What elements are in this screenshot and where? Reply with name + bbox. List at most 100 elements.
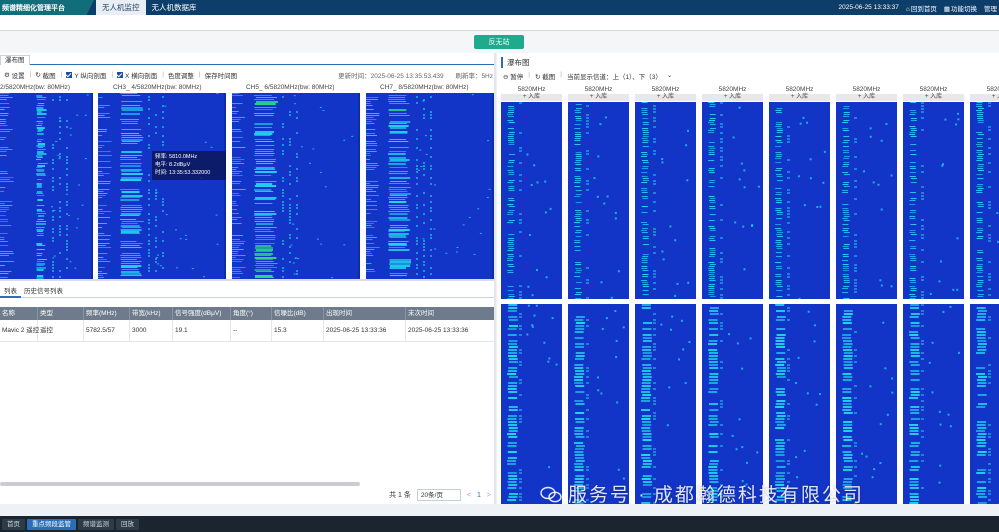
waterfall-label: CH5_ 6/5820MHz(bw: 80MHz) xyxy=(246,84,335,91)
channel-waterfall-upper[interactable] xyxy=(836,102,897,299)
col-name: 名称 xyxy=(0,307,38,320)
bottom-tab-key-band[interactable]: 重点频段监管 xyxy=(27,518,76,530)
channel-column-header: 5820MHz+ 入库 xyxy=(501,86,562,101)
store-button[interactable]: + 入库 xyxy=(501,94,562,101)
channel-waterfall-upper[interactable] xyxy=(568,102,629,299)
store-button[interactable]: + 入库 xyxy=(702,94,763,101)
bottom-tab-spectrum[interactable]: 频谱监测 xyxy=(78,518,114,530)
waterfall-ch3[interactable] xyxy=(98,93,226,279)
refresh-icon: ↻ xyxy=(534,74,541,81)
channel-waterfall-lower[interactable] xyxy=(769,304,830,504)
grid-icon: ▦ xyxy=(943,5,950,13)
channel-waterfall-upper[interactable] xyxy=(702,102,763,299)
tab-drone-database[interactable]: 无人机数据库 xyxy=(146,0,203,15)
channel-frequency: 5820MHz xyxy=(651,86,680,93)
wechat-icon xyxy=(540,486,562,503)
pause-icon: ⊖ xyxy=(503,74,509,81)
channel-frequency: 5820MHz xyxy=(986,86,999,93)
store-button[interactable]: + 入库 xyxy=(635,94,696,101)
pagination: 共 1 条 20条/页 < 1 > xyxy=(389,488,491,502)
gear-icon: ⚙ xyxy=(4,71,10,79)
datetime: 2025-06-25 13:33:37 xyxy=(838,4,899,11)
channel-waterfall-lower[interactable] xyxy=(568,304,629,504)
counter-drone-button[interactable]: 反无站 xyxy=(474,35,524,49)
store-button[interactable]: + 入库 xyxy=(903,94,964,101)
settings-button[interactable]: ⚙ 设置 xyxy=(4,70,25,80)
pause-button[interactable]: ⊖ 暂停 xyxy=(503,71,523,81)
table-row[interactable]: Mavic 2 遥控 遥控 5782.5/57 3000 19.1 -- 15.… xyxy=(0,320,496,342)
horizontal-scrollbar[interactable] xyxy=(0,279,496,281)
store-button[interactable]: + 入库 xyxy=(769,94,830,101)
bottom-tab-home[interactable]: 首页 xyxy=(2,518,25,530)
waterfall-toolbar: ⚙ 设置 | ↻ 截图 | Y 纵向剖面 | X 横向剖面 | 色度调整 | 保… xyxy=(4,70,493,80)
channel-waterfall-lower[interactable] xyxy=(970,304,999,504)
checkbox-icon xyxy=(117,71,124,78)
channel-waterfall-lower[interactable] xyxy=(903,304,964,504)
current-page[interactable]: 1 xyxy=(477,492,481,499)
screenshot-button[interactable]: ↻ 截图 xyxy=(535,71,555,81)
tab-history-signals[interactable]: 历史信号列表 xyxy=(20,286,67,298)
waterfall-ch5[interactable] xyxy=(232,93,360,279)
channel-frequency: 5820MHz xyxy=(852,86,881,93)
watermark: 服务号 · 成都瀚德科技有限公司 xyxy=(540,480,864,507)
screenshot-button[interactable]: ↻ 截图 xyxy=(35,70,55,80)
store-button[interactable]: + 入库 xyxy=(568,94,629,101)
waterfall-ch7[interactable] xyxy=(366,93,494,279)
store-button[interactable]: + 入库 xyxy=(836,94,897,101)
channel-waterfall-lower[interactable] xyxy=(702,304,763,504)
prev-page-button[interactable]: < xyxy=(467,492,471,499)
right-panel: 瀑布图 ⊖ 暂停 | ↻ 截图 | 当前显示信道：上（1）、下（3） ⌄ 582… xyxy=(497,53,999,504)
color-adjust-button[interactable]: 色度调整 xyxy=(168,70,194,80)
channel-waterfall-lower[interactable] xyxy=(501,304,562,504)
channel-waterfall-lower[interactable] xyxy=(836,304,897,504)
chevron-down-icon[interactable]: ⌄ xyxy=(667,71,672,81)
home-icon: ⌂ xyxy=(905,5,910,13)
channel-waterfall-lower[interactable] xyxy=(635,304,696,504)
store-button[interactable]: + 入库 xyxy=(970,94,999,101)
x-profile-toggle[interactable]: X 横向剖面 xyxy=(117,70,157,80)
waterfall-label: 2/5820MHz(bw: 80MHz) xyxy=(0,84,71,91)
channel-column-header: 5820MHz+ 入库 xyxy=(568,86,629,101)
bottom-tab-playback[interactable]: 回放 xyxy=(116,518,139,530)
channel-waterfall-upper[interactable] xyxy=(903,102,964,299)
cursor-tooltip: 频率: 5810.0MHz 电平: 8.2dBμV 时间: 13:35:53.3… xyxy=(152,151,226,180)
channel-column-header: 5820MHz+ 入库 xyxy=(903,86,964,101)
waterfall-label: CH3_ 4/5820MHz(bw: 80MHz) xyxy=(113,84,202,91)
app-title: 频谱精细化管理平台 xyxy=(0,0,94,15)
waterfall-label: CH7_ 8/5820MHz(bw: 80MHz) xyxy=(380,84,469,91)
y-profile-toggle[interactable]: Y 纵向剖面 xyxy=(66,70,106,80)
checkbox-icon xyxy=(66,71,73,78)
channel-waterfall-upper[interactable] xyxy=(501,102,562,299)
waterfall-ch1[interactable] xyxy=(0,93,93,279)
col-bandwidth: 带宽(kHz) xyxy=(130,307,173,320)
channel-frequency: 5820MHz xyxy=(919,86,948,93)
channel-column-header: 5820MHz+ 入库 xyxy=(970,86,999,101)
switch-button[interactable]: ▦功能切换 xyxy=(944,3,977,13)
tab-signal-list[interactable]: 列表 xyxy=(0,286,21,298)
tab-drone-monitor[interactable]: 无人机监控 xyxy=(96,0,146,15)
bottom-bar: 首页 重点频段监管 频谱监测 回放 xyxy=(0,516,999,532)
panel-scrollbar[interactable] xyxy=(494,53,496,504)
next-page-button[interactable]: > xyxy=(487,492,491,499)
channel-frequency: 5820MHz xyxy=(785,86,814,93)
col-angle: 角度(°) xyxy=(231,307,272,320)
col-frequency: 频率(MHz) xyxy=(84,307,130,320)
section-title: 瀑布图 xyxy=(501,57,530,68)
page-size-select[interactable]: 20条/页 xyxy=(416,489,461,501)
channel-waterfall-upper[interactable] xyxy=(970,102,999,299)
col-last-seen: 末次时间 xyxy=(406,307,496,320)
col-snr: 信噪比(dB) xyxy=(272,307,324,320)
total-count: 共 1 条 xyxy=(389,492,411,499)
current-channel-display: 当前显示信道：上（1）、下（3） xyxy=(566,74,662,81)
update-time: 更新时间：2025-06-25 13:35:53.439 xyxy=(338,73,444,80)
channel-frequency: 5820MHz xyxy=(517,86,546,93)
waterfall-tab[interactable]: 瀑布图 xyxy=(0,55,30,65)
admin-menu[interactable]: 管理 xyxy=(984,3,997,13)
col-strength: 信号强度(dBμV) xyxy=(173,307,231,320)
channel-waterfall-upper[interactable] xyxy=(769,102,830,299)
channel-waterfall-upper[interactable] xyxy=(635,102,696,299)
table-scrollbar[interactable] xyxy=(0,482,360,486)
home-button[interactable]: ⌂回到首页 xyxy=(906,3,937,13)
save-hold-button[interactable]: 保存时间图 xyxy=(205,70,238,80)
channel-column-header: 5820MHz+ 入库 xyxy=(635,86,696,101)
